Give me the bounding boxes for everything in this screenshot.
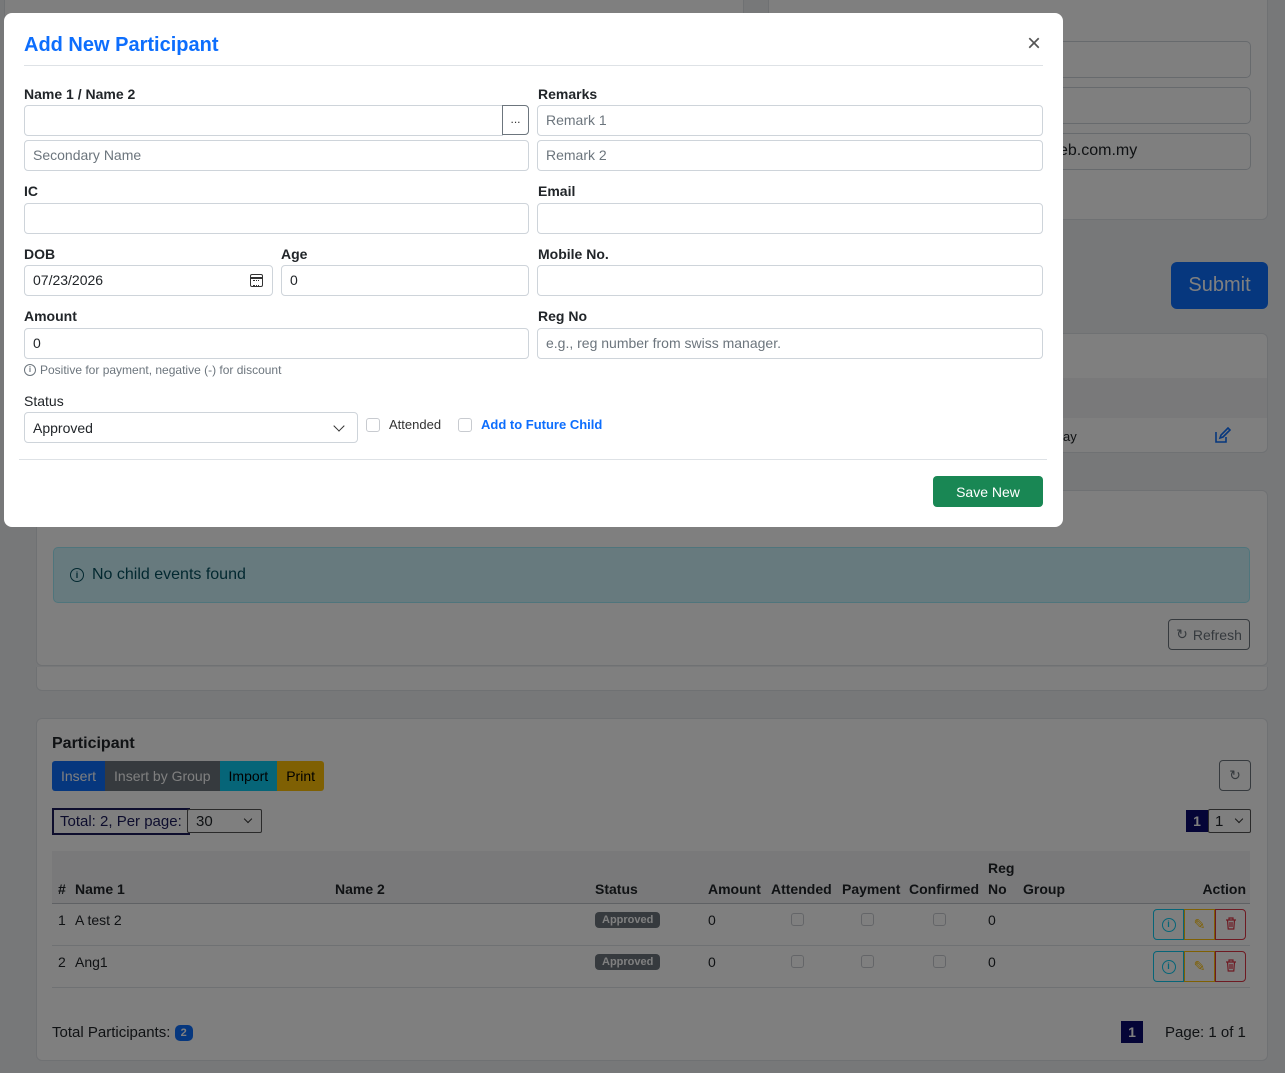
add-participant-modal: Add New Participant × Name 1 / Name 2 ..… [4,13,1063,527]
close-icon[interactable]: × [1024,32,1044,56]
attended-checkbox-group[interactable]: Attended [366,417,441,432]
chevron-down-icon [333,419,345,432]
attended-label: Attended [389,417,442,432]
amount-help: i Positive for payment, negative (-) for… [24,363,281,377]
dob-label: DOB [24,246,56,262]
future-child-label: Add to Future Child [481,417,603,432]
ic-input[interactable] [24,203,529,234]
age-input[interactable]: 0 [281,265,529,296]
email-input[interactable] [537,203,1043,234]
amount-label: Amount [24,308,77,324]
calendar-icon[interactable] [250,274,263,287]
footer-divider [19,459,1047,460]
mobile-input[interactable] [537,265,1043,296]
future-child-checkbox[interactable] [458,417,472,432]
age-label: Age [281,246,308,262]
amount-input[interactable]: 0 [24,328,529,359]
save-new-button[interactable]: Save New [933,476,1043,507]
dob-value: 07/23/2026 [33,272,104,288]
name-label: Name 1 / Name 2 [24,86,136,102]
name1-input[interactable] [24,105,503,136]
remark2-input[interactable]: Remark 2 [537,140,1043,171]
remarks-label: Remarks [538,86,598,102]
status-label: Status [24,393,64,409]
ic-label: IC [24,183,38,199]
status-select[interactable]: Approved [24,412,358,443]
attended-checkbox[interactable] [366,417,380,432]
mobile-label: Mobile No. [538,246,609,262]
dob-input[interactable]: 07/23/2026 [24,265,273,296]
regno-label: Reg No [538,308,587,324]
future-child-checkbox-group[interactable]: Add to Future Child [458,417,602,432]
regno-input[interactable]: e.g., reg number from swiss manager. [537,328,1043,359]
header-divider [24,65,1043,66]
remark1-input[interactable]: Remark 1 [537,105,1043,136]
info-icon: i [24,364,36,376]
name2-input[interactable]: Secondary Name [24,140,529,171]
status-value: Approved [33,419,93,436]
email-label: Email [538,183,576,199]
modal-title: Add New Participant [24,34,219,56]
name-lookup-button[interactable]: ... [502,105,529,135]
amount-help-text: Positive for payment, negative (-) for d… [40,363,282,377]
